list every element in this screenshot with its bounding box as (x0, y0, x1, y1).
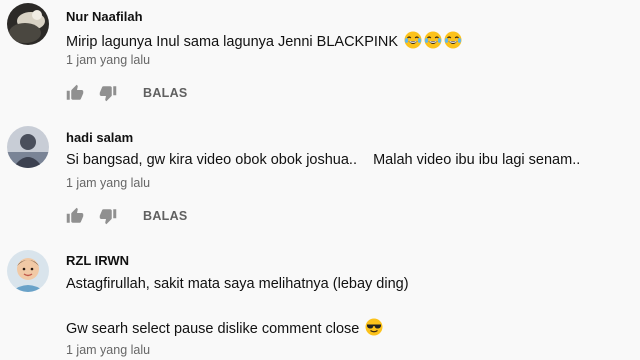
comment-timestamp[interactable]: 1 jam yang lalu (66, 343, 150, 357)
comment-text: Si bangsad, gw kira video obok obok josh… (66, 152, 581, 168)
comment-timestamp[interactable]: 1 jam yang lalu (66, 53, 150, 67)
avatar[interactable] (7, 250, 49, 292)
comment-author[interactable]: hadi salam (66, 130, 133, 145)
comment-actions: BALAS (66, 84, 266, 104)
face-with-tears-of-joy-icon (444, 31, 462, 49)
comment-text: Gw searh select pause dislike comment cl… (66, 318, 383, 337)
avatar[interactable] (7, 3, 49, 45)
face-with-tears-of-joy-icon (424, 31, 442, 49)
comment-text-content: Mirip lagunya Inul sama lagunya Jenni BL… (66, 34, 399, 50)
thumb-up-icon[interactable] (66, 84, 84, 102)
comment-timestamp[interactable]: 1 jam yang lalu (66, 176, 150, 190)
face-with-tears-of-joy-icon (404, 31, 422, 49)
thumb-down-icon[interactable] (99, 84, 117, 102)
avatar[interactable] (7, 126, 49, 168)
reply-button[interactable]: BALAS (143, 209, 188, 223)
thumb-up-icon[interactable] (66, 207, 84, 225)
comment-text: Astagfirullah, sakit mata saya melihatny… (66, 276, 409, 292)
comment-author[interactable]: RZL IRWN (66, 253, 129, 268)
smiling-face-with-sunglasses-icon (365, 318, 383, 336)
thumb-down-icon[interactable] (99, 207, 117, 225)
reply-button[interactable]: BALAS (143, 86, 188, 100)
comment-text-content: Gw searh select pause dislike comment cl… (66, 321, 360, 337)
comment-actions: BALAS (66, 207, 266, 227)
comment-text: Mirip lagunya Inul sama lagunya Jenni BL… (66, 31, 462, 50)
comment-author[interactable]: Nur Naafilah (66, 9, 143, 24)
